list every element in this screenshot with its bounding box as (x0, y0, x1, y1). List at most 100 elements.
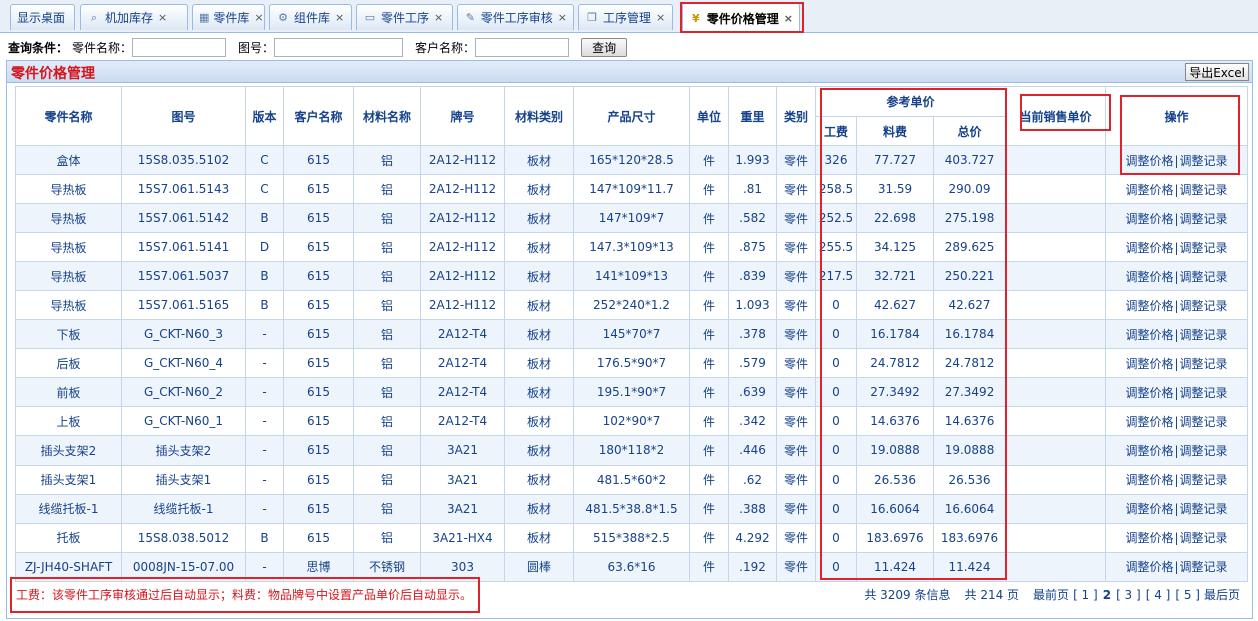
table-row[interactable]: 插头支架2 插头支架2-615 铝 3A21 板材 180*118*2 件 .446 零件 0 19… (15, 435, 1249, 466)
pager-last-link[interactable]: 最后页 (1204, 586, 1240, 603)
adjust-log-link[interactable]: 调整记录 (1180, 531, 1228, 545)
adjust-log-link[interactable]: 调整记录 (1180, 328, 1228, 342)
adjust-price-link[interactable]: 调整价格 (1125, 415, 1173, 429)
tab-5[interactable]: ✎ 零件工序审核 × (457, 4, 574, 30)
pager-first-link[interactable]: 最前页 (1033, 586, 1069, 603)
search-button[interactable]: 查询 (581, 37, 628, 57)
cell-actions: 调整价格|调整记录 (1105, 319, 1249, 350)
cell-labor: 0 (815, 464, 857, 495)
cell-version: - (245, 377, 284, 408)
adjust-log-link[interactable]: 调整记录 (1180, 386, 1228, 400)
pager-page-link[interactable]: [ 4 ] (1146, 588, 1171, 602)
table-row[interactable]: 导热板 15S7.061.5037 B 615 铝 2A12-H112 板材 141*109*… (15, 261, 1249, 292)
header-labor: 工费 (815, 116, 857, 146)
cell-total: 19.0888 (932, 435, 1007, 466)
close-icon[interactable]: × (254, 11, 263, 24)
cell-actions: 调整价格|调整记录 (1105, 406, 1249, 437)
table-row[interactable]: ZJ-JH40-SHAFT 0008JN-15-07.00- 思博 不锈钢 303 圆棒 6… (15, 551, 1249, 582)
adjust-log-link[interactable]: 调整记录 (1180, 473, 1228, 487)
cell-part-name: 导热板 (15, 203, 122, 234)
tab-2[interactable]: ▦ 零件库 × (192, 4, 265, 30)
close-icon[interactable]: × (158, 11, 167, 24)
adjust-price-link[interactable]: 调整价格 (1125, 560, 1173, 574)
adjust-price-link[interactable]: 调整价格 (1125, 212, 1173, 226)
adjust-price-link[interactable]: 调整价格 (1125, 473, 1173, 487)
table-row[interactable]: 上板 G_CKT-N60_1-615 铝 2A12-T4 板材 102*90*7 件 .342… (15, 406, 1249, 437)
pager-page-link[interactable]: 2 (1103, 588, 1111, 602)
cell-size: 147.3*109*13 (573, 232, 690, 263)
cell-material-name: 铝 (353, 261, 421, 292)
adjust-price-link[interactable]: 调整价格 (1125, 502, 1173, 516)
customer-input[interactable] (475, 37, 570, 57)
adjust-log-link[interactable]: 调整记录 (1180, 241, 1228, 255)
cell-weight: 1.993 (728, 144, 777, 176)
adjust-price-link[interactable]: 调整价格 (1125, 299, 1173, 313)
export-excel-button[interactable]: 导出Excel (1185, 63, 1249, 81)
close-icon[interactable]: × (434, 11, 443, 24)
table-row[interactable]: 后板 G_CKT-N60_4-615 铝 2A12-T4 板材 176.5*90*7 件 .5… (15, 348, 1249, 379)
cell-unit: 件 (689, 551, 729, 582)
adjust-price-link[interactable]: 调整价格 (1125, 531, 1173, 545)
adjust-log-link[interactable]: 调整记录 (1180, 154, 1228, 168)
pager-page-link[interactable]: [ 3 ] (1116, 588, 1141, 602)
pager-page-link[interactable]: [ 1 ] (1073, 588, 1098, 602)
table-row[interactable]: 导热板 15S7.061.5165 B 615 铝 2A12-H112 板材 252*240*… (15, 290, 1249, 321)
table-row[interactable]: 线缆托板-1 线缆托板-1-615 铝 3A21 板材 481.5*38.8*1.5 件 .3… (15, 493, 1249, 524)
grid-icon: ▦ (199, 10, 210, 24)
adjust-price-link[interactable]: 调整价格 (1125, 357, 1173, 371)
adjust-log-link[interactable]: 调整记录 (1180, 415, 1228, 429)
adjust-log-link[interactable]: 调整记录 (1180, 270, 1228, 284)
close-icon[interactable]: × (656, 11, 665, 24)
tab-4[interactable]: ▭ 零件工序 × (356, 4, 453, 30)
cell-actions: 调整价格|调整记录 (1105, 493, 1249, 524)
pager-total-records: 共 3209 条信息 (864, 588, 951, 602)
cell-part-name: 导热板 (15, 290, 122, 321)
close-icon[interactable]: × (784, 12, 793, 25)
tab-7[interactable]: ¥ 零件价格管理 × (682, 3, 800, 33)
table-row[interactable]: 下板 G_CKT-N60_3-615 铝 2A12-T4 板材 145*70*7 件 .378… (15, 319, 1249, 350)
table-row[interactable]: 导热板 15S7.061.5142 B 615 铝 2A12-H112 板材 147*109*… (15, 203, 1249, 234)
drawing-no-input[interactable] (274, 37, 404, 57)
part-name-input[interactable] (132, 37, 227, 57)
adjust-log-link[interactable]: 调整记录 (1180, 299, 1228, 313)
action-separator: | (1174, 473, 1179, 488)
close-icon[interactable]: × (558, 11, 567, 24)
table-row[interactable]: 托板 15S8.038.5012 B 615 铝 3A21-HX4 板材 515*388*2.… (15, 522, 1249, 553)
adjust-log-link[interactable]: 调整记录 (1180, 212, 1228, 226)
table-row[interactable]: 导热板 15S7.061.5143 C 615 铝 2A12-H112 板材 147*109*… (15, 174, 1249, 205)
adjust-price-link[interactable]: 调整价格 (1125, 270, 1173, 284)
footer-note: 工费：该零件工序审核通过后自动显示；料费：物品牌号中设置产品单价后自动显示。 (16, 588, 473, 602)
adjust-log-link[interactable]: 调整记录 (1180, 560, 1228, 574)
cell-category: 零件 (776, 551, 816, 582)
cell-drawing-no: 插头支架2 (121, 435, 246, 466)
close-icon[interactable]: × (335, 11, 344, 24)
tab-3[interactable]: ⚙ 组件库 × (269, 4, 352, 30)
adjust-price-link[interactable]: 调整价格 (1125, 154, 1173, 168)
tab-label: 零件工序审核 (480, 11, 553, 25)
adjust-log-link[interactable]: 调整记录 (1180, 502, 1228, 516)
adjust-price-link[interactable]: 调整价格 (1125, 444, 1173, 458)
cell-material-type: 板材 (504, 406, 574, 437)
tab-0[interactable]: 显示桌面 (10, 4, 75, 30)
adjust-price-link[interactable]: 调整价格 (1125, 241, 1173, 255)
adjust-price-link[interactable]: 调整价格 (1125, 386, 1173, 400)
pager-page-link[interactable]: [ 5 ] (1175, 588, 1200, 602)
adjust-log-link[interactable]: 调整记录 (1180, 444, 1228, 458)
search-icon: ⌕ (90, 10, 98, 24)
cell-size: 481.5*38.8*1.5 (573, 493, 690, 524)
adjust-price-link[interactable]: 调整价格 (1125, 183, 1173, 197)
adjust-price-link[interactable]: 调整价格 (1125, 328, 1173, 342)
cell-weight: .342 (728, 406, 777, 437)
cell-version: B (245, 261, 284, 292)
table-row[interactable]: 导热板 15S7.061.5141 D 615 铝 2A12-H112 板材 147.3*10… (15, 232, 1249, 263)
table-row[interactable]: 前板 G_CKT-N60_2-615 铝 2A12-T4 板材 195.1*90*7 件 .6… (15, 377, 1249, 408)
table-row[interactable]: 插头支架1 插头支架1-615 铝 3A21 板材 481.5*60*2 件 .62 零件 0 26… (15, 464, 1249, 495)
tab-1[interactable]: ⌕ 机加库存 × (80, 4, 188, 30)
table-row[interactable]: 盒体 15S8.035.5102 C 615 铝 2A12-H112 板材 165*120*2… (15, 144, 1249, 176)
adjust-log-link[interactable]: 调整记录 (1180, 183, 1228, 197)
adjust-log-link[interactable]: 调整记录 (1180, 357, 1228, 371)
panel-header: 零件价格管理 导出Excel (7, 61, 1252, 83)
cell-material-cost: 19.0888 (856, 435, 934, 466)
cell-size: 141*109*13 (573, 261, 690, 292)
tab-6[interactable]: ❒ 工序管理 × (578, 4, 673, 30)
